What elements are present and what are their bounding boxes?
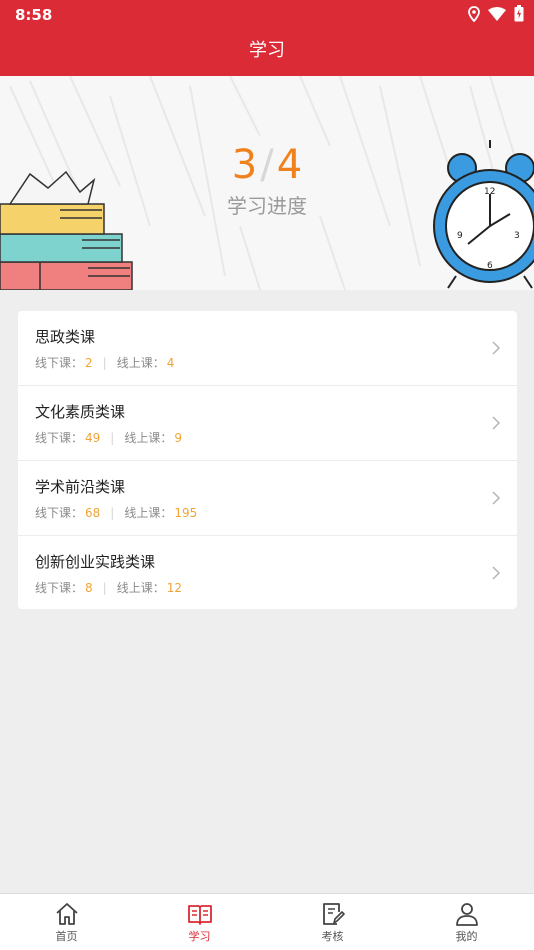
bottom-tab-bar: 首页 学习 考核 我的 bbox=[0, 893, 534, 950]
svg-text:9: 9 bbox=[457, 231, 463, 241]
online-label: 线上课： bbox=[116, 581, 165, 595]
course-name: 思政类课 bbox=[35, 328, 96, 346]
progress-total: 4 bbox=[276, 142, 303, 188]
stats-divider: | bbox=[110, 431, 115, 445]
offline-count: 49 bbox=[85, 431, 101, 445]
edit-document-icon bbox=[322, 903, 345, 925]
offline-count: 8 bbox=[85, 581, 93, 595]
offline-count: 68 bbox=[85, 506, 101, 520]
user-icon bbox=[455, 903, 478, 926]
online-label: 线上课： bbox=[116, 356, 165, 370]
book-icon bbox=[187, 905, 212, 925]
stats-divider: | bbox=[102, 356, 107, 370]
progress-count: 3/4 bbox=[0, 142, 534, 188]
tab-label: 考核 bbox=[321, 930, 344, 943]
online-count: 4 bbox=[166, 356, 175, 370]
course-row-culture[interactable]: 文化素质类课 线下课： 49 | 线上课： 9 bbox=[18, 386, 517, 461]
offline-count: 2 bbox=[85, 356, 93, 370]
tab-label: 学习 bbox=[188, 930, 211, 943]
status-time: 8:58 bbox=[15, 6, 53, 24]
online-count: 195 bbox=[174, 506, 198, 520]
stats-divider: | bbox=[102, 581, 107, 595]
tab-study[interactable]: 学习 bbox=[133, 894, 266, 950]
offline-label: 线下课： bbox=[35, 581, 84, 595]
offline-label: 线下课： bbox=[35, 356, 84, 370]
online-label: 线上课： bbox=[124, 431, 173, 445]
chevron-right-icon bbox=[492, 491, 501, 505]
course-list: 思政类课 线下课： 2 | 线上课： 4 文化素质类课 线下课： 49 | 线上课： 9 学术前… bbox=[18, 311, 517, 609]
location-icon bbox=[468, 5, 480, 22]
course-name: 学术前沿类课 bbox=[35, 478, 126, 496]
online-count: 12 bbox=[166, 581, 182, 595]
home-icon bbox=[55, 903, 78, 925]
course-row-innovation[interactable]: 创新创业实践类课 线下课： 8 | 线上课： 12 bbox=[18, 536, 517, 611]
page-title: 学习 bbox=[0, 30, 534, 76]
tab-home[interactable]: 首页 bbox=[0, 894, 133, 950]
progress-banner: 12 3 69 3/4 学习进度 bbox=[0, 76, 534, 290]
battery-icon bbox=[514, 5, 524, 22]
svg-text:6: 6 bbox=[487, 261, 493, 271]
chevron-right-icon bbox=[492, 341, 501, 355]
online-label: 线上课： bbox=[124, 506, 173, 520]
course-row-ideology[interactable]: 思政类课 线下课： 2 | 线上课： 4 bbox=[18, 311, 517, 386]
chevron-right-icon bbox=[492, 566, 501, 580]
course-name: 创新创业实践类课 bbox=[35, 553, 156, 571]
progress-summary: 3/4 学习进度 bbox=[0, 142, 534, 219]
chevron-right-icon bbox=[492, 416, 501, 430]
tab-assessment[interactable]: 考核 bbox=[266, 894, 399, 950]
svg-text:3: 3 bbox=[514, 231, 520, 241]
offline-label: 线下课： bbox=[35, 506, 84, 520]
progress-slash: / bbox=[260, 142, 274, 188]
online-count: 9 bbox=[174, 431, 182, 445]
course-stats: 线下课： 49 | 线上课： 9 bbox=[35, 429, 182, 446]
course-stats: 线下课： 8 | 线上课： 12 bbox=[35, 579, 182, 596]
tab-label: 首页 bbox=[55, 930, 78, 943]
status-bar: 8:58 bbox=[0, 0, 534, 30]
status-icons bbox=[468, 5, 524, 22]
course-stats: 线下课： 2 | 线上课： 4 bbox=[35, 354, 174, 371]
tab-profile[interactable]: 我的 bbox=[400, 894, 533, 950]
course-stats: 线下课： 68 | 线上课： 195 bbox=[35, 504, 197, 521]
wifi-icon bbox=[488, 6, 506, 21]
progress-label: 学习进度 bbox=[227, 194, 307, 218]
course-name: 文化素质类课 bbox=[35, 403, 126, 421]
offline-label: 线下课： bbox=[35, 431, 84, 445]
progress-done: 3 bbox=[231, 142, 258, 188]
stats-divider: | bbox=[110, 506, 115, 520]
tab-label: 我的 bbox=[455, 930, 478, 943]
course-row-academic[interactable]: 学术前沿类课 线下课： 68 | 线上课： 195 bbox=[18, 461, 517, 536]
